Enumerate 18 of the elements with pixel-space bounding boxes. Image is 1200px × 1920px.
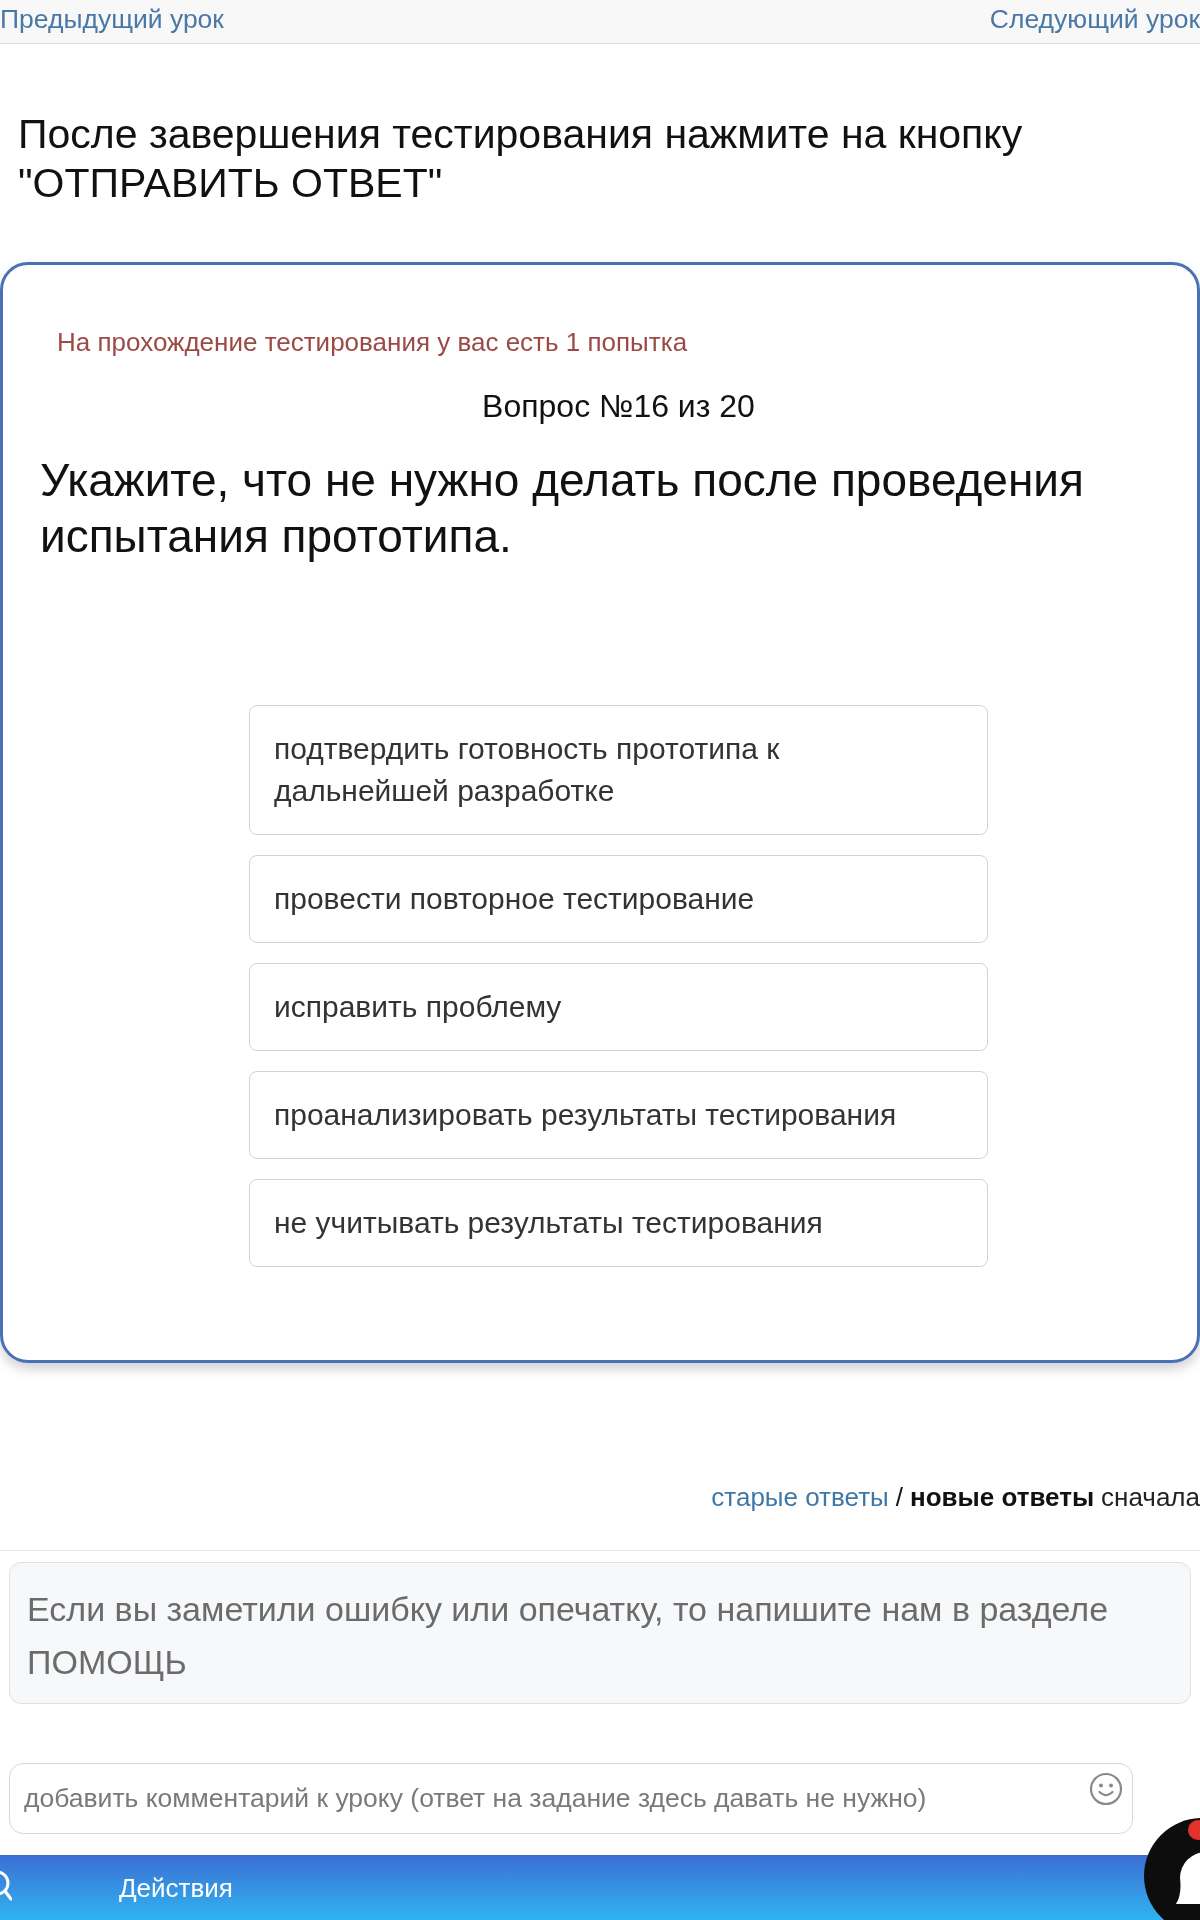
attempts-note: На прохождение тестирования у вас есть 1 попытка xyxy=(57,326,689,358)
help-notice: Если вы заметили ошибку или опечатку, то напишите нам в разделе ПОМОЩЬ xyxy=(9,1562,1191,1704)
instruction-heading: После завершения тестирования нажмите на кнопку "ОТПРАВИТЬ ОТВЕТ" xyxy=(17,110,1024,208)
previous-lesson-link[interactable]: Предыдущий урок xyxy=(0,4,224,34)
answer-option[interactable]: проанализировать результаты тестирования xyxy=(249,1071,988,1159)
answer-option[interactable]: не учитывать результаты тестирования xyxy=(249,1179,988,1267)
sort-option-link[interactable]: старые ответы xyxy=(711,1481,889,1513)
sort-separator: / xyxy=(895,1481,903,1513)
answer-option[interactable]: провести повторное тестирование xyxy=(249,855,988,943)
comment-field[interactable]: добавить комментарий к уроку (ответ на задание здесь давать не нужно) xyxy=(9,1763,1133,1834)
answer-option[interactable]: исправить проблему xyxy=(249,963,988,1051)
question-text: Укажите, что не нужно делать после проведения испытания прототипа. xyxy=(40,453,1085,564)
sort-suffix: сначала xyxy=(1101,1481,1200,1513)
emoji-smiley-icon[interactable] xyxy=(1089,1772,1123,1806)
sort-option-link[interactable]: новые ответы xyxy=(910,1481,1095,1513)
next-lesson-link[interactable]: Следующий урок xyxy=(989,4,1200,34)
answer-option[interactable]: подтвердить готовность прототипа к дальнейшей разработке xyxy=(249,705,988,835)
question-counter: Вопрос №16 из 20 xyxy=(481,390,756,422)
